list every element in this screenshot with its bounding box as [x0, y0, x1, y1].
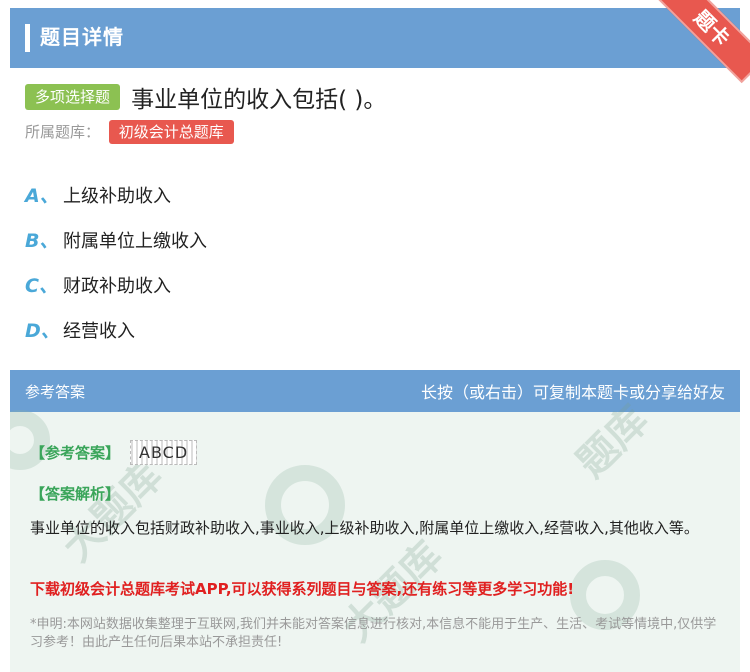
disclaimer: *申明:本网站数据收集整理于互联网,我们并未能对答案信息进行核对,本信息不能用于…	[30, 617, 717, 650]
answer-panel: 参考答案 长按（或右击）可复制本题卡或分享给好友 大题库 大题库 题库 【参考答…	[10, 370, 740, 672]
option-letter: A、	[25, 185, 59, 207]
ribbon-label: 题卡	[656, 0, 750, 84]
question-type-badge: 多项选择题	[25, 84, 121, 110]
question-bank: 所属题库： 初级会计总题库	[25, 120, 234, 144]
title-accent-bar	[25, 24, 30, 52]
option-text: 上级补助收入	[63, 185, 171, 207]
page-title: 题目详情	[40, 25, 124, 49]
option-c[interactable]: C、 财政补助收入	[25, 262, 207, 307]
option-letter: B、	[25, 230, 59, 252]
reference-answer-value: ABCD	[130, 440, 198, 465]
share-hint: 长按（或右击）可复制本题卡或分享给好友	[420, 383, 725, 402]
question-text: 事业单位的收入包括( )。	[131, 87, 387, 113]
analysis-text: 事业单位的收入包括财政补助收入,事业收入,上级补助收入,附属单位上缴收入,经营收…	[30, 519, 699, 537]
option-a[interactable]: A、 上级补助收入	[25, 172, 207, 217]
options-list: A、 上级补助收入 B、 附属单位上缴收入 C、 财政补助收入 D、 经营收入	[25, 172, 207, 352]
option-d[interactable]: D、 经营收入	[25, 307, 207, 352]
bank-label: 所属题库：	[25, 123, 101, 141]
question-stem: 多项选择题 事业单位的收入包括( )。	[25, 80, 725, 114]
answer-header: 参考答案 长按（或右击）可复制本题卡或分享给好友	[10, 370, 740, 412]
option-letter: D、	[25, 320, 60, 342]
title-bar: 题目详情	[10, 8, 740, 68]
app-promo-link[interactable]: 下载初级会计总题库考试APP,可以获得系列题目与答案,还有练习等更多学习功能!	[30, 578, 730, 599]
analysis-label: 【答案解析】	[30, 485, 121, 503]
option-letter: C、	[25, 275, 58, 297]
option-text: 经营收入	[63, 320, 135, 342]
reference-answer-label: 【参考答案】	[30, 444, 121, 462]
reference-answer: 【参考答案】 ABCD	[30, 440, 198, 465]
option-b[interactable]: B、 附属单位上缴收入	[25, 217, 207, 262]
option-text: 附属单位上缴收入	[63, 230, 207, 252]
answer-header-title: 参考答案	[25, 382, 86, 401]
bank-tag[interactable]: 初级会计总题库	[108, 120, 234, 144]
option-text: 财政补助收入	[63, 275, 171, 297]
